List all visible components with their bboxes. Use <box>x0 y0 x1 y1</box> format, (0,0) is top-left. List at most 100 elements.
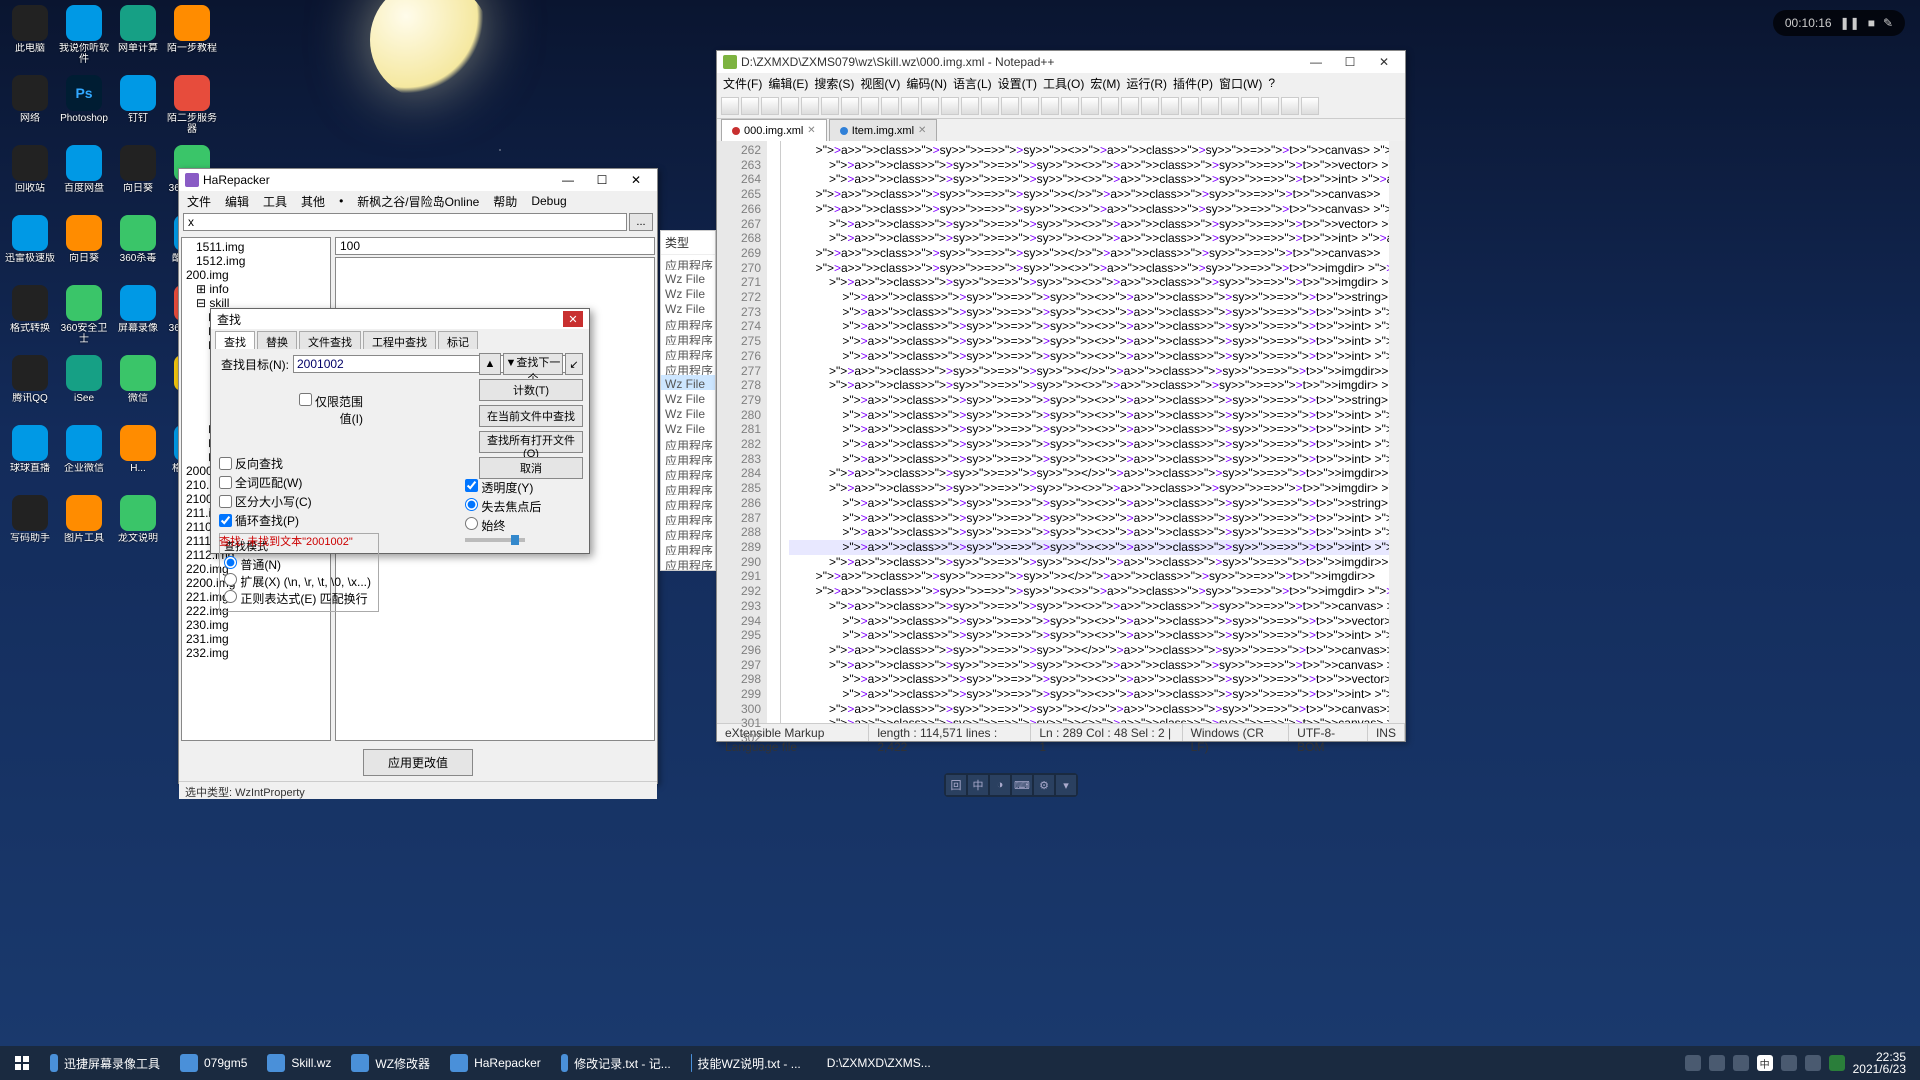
desktop-icon[interactable]: 屏幕录像 <box>113 285 163 353</box>
address-input[interactable] <box>183 213 627 231</box>
toolbar-button[interactable] <box>821 97 839 115</box>
toolbar-button[interactable] <box>1021 97 1039 115</box>
desktop-icon[interactable]: 写码助手 <box>5 495 55 563</box>
toolbar-button[interactable] <box>881 97 899 115</box>
find-tab[interactable]: 标记 <box>438 331 478 349</box>
toolbar-button[interactable] <box>861 97 879 115</box>
tray-icon[interactable] <box>1733 1055 1749 1071</box>
maximize-button[interactable]: ☐ <box>1335 53 1365 71</box>
search-mode-radio[interactable]: 正则表达式(E) 匹配换行 <box>224 590 374 607</box>
cancel-button[interactable]: 取消 <box>479 457 583 479</box>
toolbar-button[interactable] <box>1041 97 1059 115</box>
find-option-checkbox[interactable]: 反向查找 <box>219 455 379 472</box>
desktop-icon[interactable]: iSee <box>59 355 109 423</box>
menu-item[interactable]: 宏(M) <box>1090 75 1120 92</box>
desktop-icon[interactable]: 企业微信 <box>59 425 109 493</box>
tree-node[interactable]: 232.img <box>184 646 328 660</box>
find-in-file-button[interactable]: 在当前文件中查找 <box>479 405 583 427</box>
taskbar-task[interactable]: HaRepacker <box>440 1049 551 1077</box>
menu-item[interactable]: ? <box>1268 76 1275 90</box>
toolbar-button[interactable] <box>1261 97 1279 115</box>
find-tab[interactable]: 文件查找 <box>299 331 361 349</box>
toolbar-button[interactable] <box>1101 97 1119 115</box>
transparency-slider[interactable] <box>465 538 525 542</box>
search-mode-radio[interactable]: 扩展(X) (\n, \r, \t, \0, \x...) <box>224 573 374 590</box>
toolbar-button[interactable] <box>901 97 919 115</box>
desktop-icon[interactable]: 龙文说明 <box>113 495 163 563</box>
find-tab[interactable]: 查找 <box>215 331 255 349</box>
toolbar-button[interactable] <box>841 97 859 115</box>
pause-icon[interactable]: ❚❚ <box>1840 16 1860 30</box>
find-next-button[interactable]: ▼查找下一个 <box>503 353 563 375</box>
menu-item[interactable]: 其他 <box>301 193 325 210</box>
menu-item[interactable]: 窗口(W) <box>1219 75 1262 92</box>
menu-item[interactable]: 工具(O) <box>1043 75 1084 92</box>
menu-item[interactable]: 新枫之谷/冒险岛Online <box>357 193 479 210</box>
taskbar-task[interactable]: 迅捷屏幕录像工具 <box>40 1049 170 1077</box>
minimize-button[interactable]: — <box>1301 53 1331 71</box>
menu-item[interactable]: 工具 <box>263 193 287 210</box>
toolbar-button[interactable] <box>1001 97 1019 115</box>
taskbar-task[interactable]: 修改记录.txt - 记... <box>551 1049 681 1077</box>
find-close-button[interactable]: ✕ <box>563 311 583 327</box>
taskbar-clock[interactable]: 22:35 2021/6/23 <box>1853 1051 1906 1075</box>
taskbar-task[interactable]: Skill.wz <box>257 1049 341 1077</box>
value-input[interactable] <box>335 237 655 255</box>
tab-close-icon[interactable]: ✕ <box>807 125 815 136</box>
tray-icon[interactable] <box>1709 1055 1725 1071</box>
lang-item[interactable]: ⚙ <box>1034 775 1054 795</box>
lang-item[interactable]: ◑ <box>990 775 1010 795</box>
close-button[interactable]: ✕ <box>1369 53 1399 71</box>
toolbar-button[interactable] <box>1141 97 1159 115</box>
editor-tab[interactable]: 000.img.xml✕ <box>721 119 827 141</box>
menu-item[interactable]: 运行(R) <box>1126 75 1167 92</box>
tray-network-icon[interactable] <box>1781 1055 1797 1071</box>
taskbar-task[interactable]: WZ修改器 <box>341 1049 440 1077</box>
desktop-icon[interactable]: 陌一步教程 <box>167 5 217 73</box>
desktop-icon[interactable]: 回收站 <box>5 145 55 213</box>
tray-shield-icon[interactable] <box>1829 1055 1845 1071</box>
find-tab[interactable]: 工程中查找 <box>363 331 436 349</box>
editor-tab[interactable]: Item.img.xml✕ <box>829 119 938 141</box>
tree-node[interactable]: 230.img <box>184 618 328 632</box>
toolbar-button[interactable] <box>1301 97 1319 115</box>
toolbar-button[interactable] <box>1181 97 1199 115</box>
menu-item[interactable]: 文件(F) <box>723 75 762 92</box>
toolbar-button[interactable] <box>921 97 939 115</box>
tree-node[interactable]: 200.img <box>184 268 328 282</box>
toolbar-button[interactable] <box>1201 97 1219 115</box>
tray-volume-icon[interactable] <box>1805 1055 1821 1071</box>
toolbar-button[interactable] <box>981 97 999 115</box>
lang-item[interactable]: 回 <box>946 775 966 795</box>
desktop-icon[interactable]: 迅雷极速版 <box>5 215 55 283</box>
lang-item[interactable]: ⌨ <box>1012 775 1032 795</box>
find-swap-button[interactable]: ↙ <box>565 353 583 375</box>
toolbar-button[interactable] <box>1281 97 1299 115</box>
toolbar-button[interactable] <box>781 97 799 115</box>
toolbar-button[interactable] <box>941 97 959 115</box>
tree-node[interactable]: ⊞ info <box>184 282 328 296</box>
stop-icon[interactable]: ■ <box>1868 16 1875 30</box>
desktop-icon[interactable]: 图片工具 <box>59 495 109 563</box>
toolbar-button[interactable] <box>1241 97 1259 115</box>
browse-button[interactable]: ... <box>629 213 653 231</box>
edit-icon[interactable]: ✎ <box>1883 16 1893 30</box>
menu-item[interactable]: 视图(V) <box>860 75 900 92</box>
tray-icon[interactable] <box>1685 1055 1701 1071</box>
toolbar-button[interactable] <box>1221 97 1239 115</box>
desktop-icon[interactable]: H... <box>113 425 163 493</box>
tree-node[interactable]: 1511.img <box>184 240 328 254</box>
screen-recorder-timer[interactable]: 00:10:16 ❚❚ ■ ✎ <box>1773 10 1905 36</box>
count-button[interactable]: 计数(T) <box>479 379 583 401</box>
taskbar-task[interactable]: 技能WZ说明.txt - ... <box>681 1049 811 1077</box>
toolbar-button[interactable] <box>1121 97 1139 115</box>
tree-node[interactable]: 231.img <box>184 632 328 646</box>
harepacker-titlebar[interactable]: HaRepacker — ☐ ✕ <box>179 169 657 191</box>
search-mode-radio[interactable]: 普通(N) <box>224 556 374 573</box>
desktop-icon[interactable]: 360杀毒 <box>113 215 163 283</box>
toolbar-button[interactable] <box>1061 97 1079 115</box>
desktop-icon[interactable]: 腾讯QQ <box>5 355 55 423</box>
desktop-icon[interactable]: 微信 <box>113 355 163 423</box>
tray-ime-icon[interactable]: 中 <box>1757 1055 1773 1071</box>
menu-item[interactable]: Debug <box>531 194 566 208</box>
